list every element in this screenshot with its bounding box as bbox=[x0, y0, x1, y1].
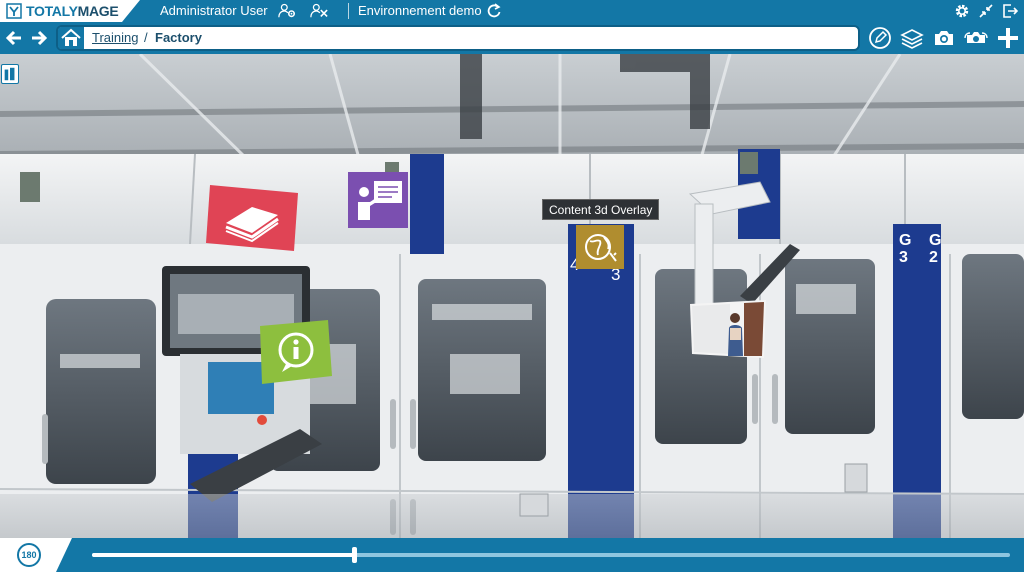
add-icon[interactable] bbox=[996, 26, 1020, 50]
home-icon bbox=[61, 28, 81, 46]
player-left-panel: 180 bbox=[0, 538, 72, 572]
forward-arrow-icon[interactable] bbox=[30, 29, 48, 47]
side-panel-toggle[interactable] bbox=[1, 64, 19, 84]
machine-label-g3: G 3 bbox=[899, 232, 912, 266]
hotspot-info[interactable] bbox=[258, 320, 332, 384]
divider bbox=[348, 3, 349, 19]
timeline-track[interactable] bbox=[92, 553, 1010, 557]
timeline-scrubber[interactable] bbox=[351, 547, 357, 563]
navigation-bar: Training / Factory bbox=[0, 22, 1024, 54]
breadcrumb-separator: / bbox=[144, 30, 148, 45]
factory-panorama-image bbox=[0, 54, 1024, 538]
building-icon bbox=[4, 67, 15, 81]
home-button[interactable] bbox=[58, 27, 84, 49]
edit-icon[interactable] bbox=[868, 26, 892, 50]
info-icon bbox=[260, 320, 332, 384]
gear-icon[interactable] bbox=[953, 2, 971, 20]
user-remove-icon[interactable] bbox=[310, 2, 328, 20]
logo: TOTALYMAGE bbox=[0, 0, 140, 22]
user-name[interactable]: Administrator User bbox=[160, 3, 268, 19]
panorama-camera-icon[interactable] bbox=[964, 26, 988, 50]
logo-icon bbox=[6, 3, 22, 19]
hotspot-photo[interactable] bbox=[690, 300, 766, 358]
layers-icon[interactable] bbox=[900, 26, 924, 50]
camera-icon[interactable] bbox=[932, 26, 956, 50]
presentation-icon bbox=[348, 172, 408, 228]
breadcrumb-current: Factory bbox=[155, 30, 202, 45]
book-icon bbox=[206, 185, 298, 251]
logout-icon[interactable] bbox=[1001, 2, 1019, 20]
player-bar: 180 bbox=[0, 538, 1024, 572]
hotspot-presentation[interactable] bbox=[348, 172, 408, 228]
photo-thumbnail bbox=[690, 300, 766, 358]
top-bar: TOTALYMAGE Administrator User Environnem… bbox=[0, 0, 1024, 22]
hotspot-book[interactable] bbox=[206, 185, 298, 251]
globe-icon bbox=[576, 225, 624, 269]
panorama-viewport[interactable]: 4 3 G 3 G 2 Content 3d Overlay bbox=[0, 54, 1024, 538]
breadcrumb: Training / Factory bbox=[56, 25, 860, 51]
view-mode-180-button[interactable]: 180 bbox=[17, 543, 41, 567]
hotspot-tooltip: Content 3d Overlay bbox=[542, 199, 660, 220]
breadcrumb-link-training[interactable]: Training bbox=[92, 30, 138, 46]
machine-label-g2: G 2 bbox=[929, 232, 942, 266]
logo-text: TOTALYMAGE bbox=[26, 3, 119, 19]
user-settings-icon[interactable] bbox=[278, 2, 296, 20]
minimize-icon[interactable] bbox=[977, 2, 995, 20]
timeline-progress bbox=[92, 553, 354, 557]
refresh-icon[interactable] bbox=[486, 2, 502, 20]
hotspot-content-3d-overlay[interactable] bbox=[576, 225, 624, 269]
environment-name[interactable]: Environnement demo bbox=[358, 3, 482, 19]
back-arrow-icon[interactable] bbox=[5, 29, 23, 47]
